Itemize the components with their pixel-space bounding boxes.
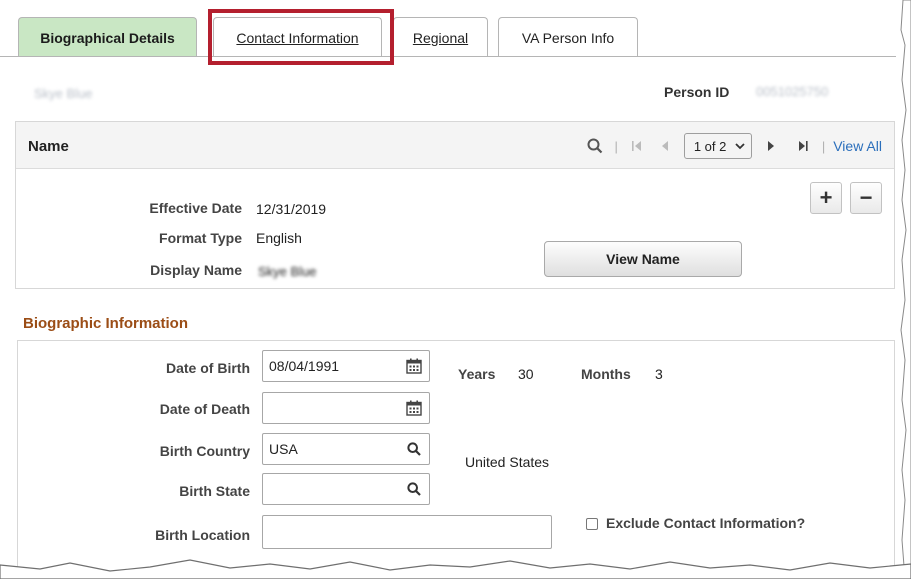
tab-bar: Biographical Details Contact Information… — [0, 0, 896, 57]
tab-label: Biographical Details — [40, 29, 175, 46]
page-selector[interactable]: 1 of 2 — [683, 133, 752, 159]
date-of-death-field[interactable] — [262, 392, 430, 424]
view-name-button[interactable]: View Name — [544, 241, 742, 277]
search-icon[interactable] — [584, 138, 606, 154]
birth-state-label: Birth State — [179, 483, 250, 499]
first-page-icon[interactable] — [626, 140, 648, 152]
person-id-value: 0051025750 — [756, 84, 829, 99]
birth-country-label: Birth Country — [159, 443, 250, 459]
separator: | — [821, 138, 826, 154]
person-name: Skye Blue — [34, 86, 93, 101]
birth-location-label: Birth Location — [155, 527, 250, 543]
date-of-birth-value: 08/04/1991 — [269, 358, 340, 374]
name-panel-title: Name — [28, 138, 69, 155]
tab-label: VA Person Info — [521, 29, 615, 46]
years-value: 30 — [518, 366, 534, 382]
grid-navigation: | 1 of 2 | View All — [584, 133, 882, 159]
separator: | — [614, 138, 618, 154]
page-selector-value: 1 of 2 — [693, 138, 727, 154]
tab-regional[interactable]: Regional — [393, 17, 488, 57]
view-all-link[interactable]: View All — [833, 138, 882, 154]
delete-row-button[interactable]: − — [850, 182, 882, 214]
tab-divider — [0, 56, 896, 57]
torn-edge-bottom — [0, 559, 911, 579]
calendar-icon[interactable] — [405, 357, 423, 375]
birth-country-field[interactable]: USA — [262, 433, 430, 465]
date-of-birth-label: Date of Birth — [166, 360, 250, 376]
display-name-label: Display Name — [150, 262, 242, 278]
birth-location-field[interactable] — [262, 515, 552, 549]
format-type-label: Format Type — [159, 230, 242, 246]
format-type-value: English — [256, 230, 302, 246]
previous-page-icon[interactable] — [654, 140, 676, 152]
torn-edge-right — [900, 0, 911, 579]
months-value: 3 — [655, 366, 663, 382]
birth-state-field[interactable] — [262, 473, 430, 505]
next-page-icon[interactable] — [760, 140, 782, 152]
calendar-icon[interactable] — [405, 399, 423, 417]
add-row-button[interactable]: + — [810, 182, 842, 214]
birth-country-description: United States — [465, 454, 550, 470]
effective-date-value: 12/31/2019 — [256, 201, 327, 217]
effective-date-label: Effective Date — [149, 200, 242, 216]
last-page-icon[interactable] — [792, 140, 814, 152]
name-panel-header: Name | 1 of 2 | View All — [16, 122, 894, 169]
tab-biographical-details[interactable]: Biographical Details — [18, 17, 197, 57]
display-name-value: Skye Blue — [258, 264, 317, 279]
date-of-death-label: Date of Death — [159, 401, 250, 417]
exclude-contact-label: Exclude Contact Information? — [606, 515, 806, 531]
tab-label: Regional — [412, 29, 469, 46]
callout-highlight-box — [208, 9, 394, 65]
date-of-birth-field[interactable]: 08/04/1991 — [262, 350, 430, 382]
years-label: Years — [458, 366, 496, 382]
tab-va-person-info[interactable]: VA Person Info — [498, 17, 638, 57]
section-title-biographic: Biographic Information — [23, 315, 188, 332]
birth-country-value: USA — [269, 441, 298, 457]
chevron-down-icon — [735, 142, 745, 149]
exclude-contact-checkbox[interactable] — [586, 518, 598, 530]
months-label: Months — [581, 366, 631, 382]
search-icon[interactable] — [405, 480, 423, 498]
person-id-label: Person ID — [664, 84, 730, 100]
search-icon[interactable] — [405, 440, 423, 458]
